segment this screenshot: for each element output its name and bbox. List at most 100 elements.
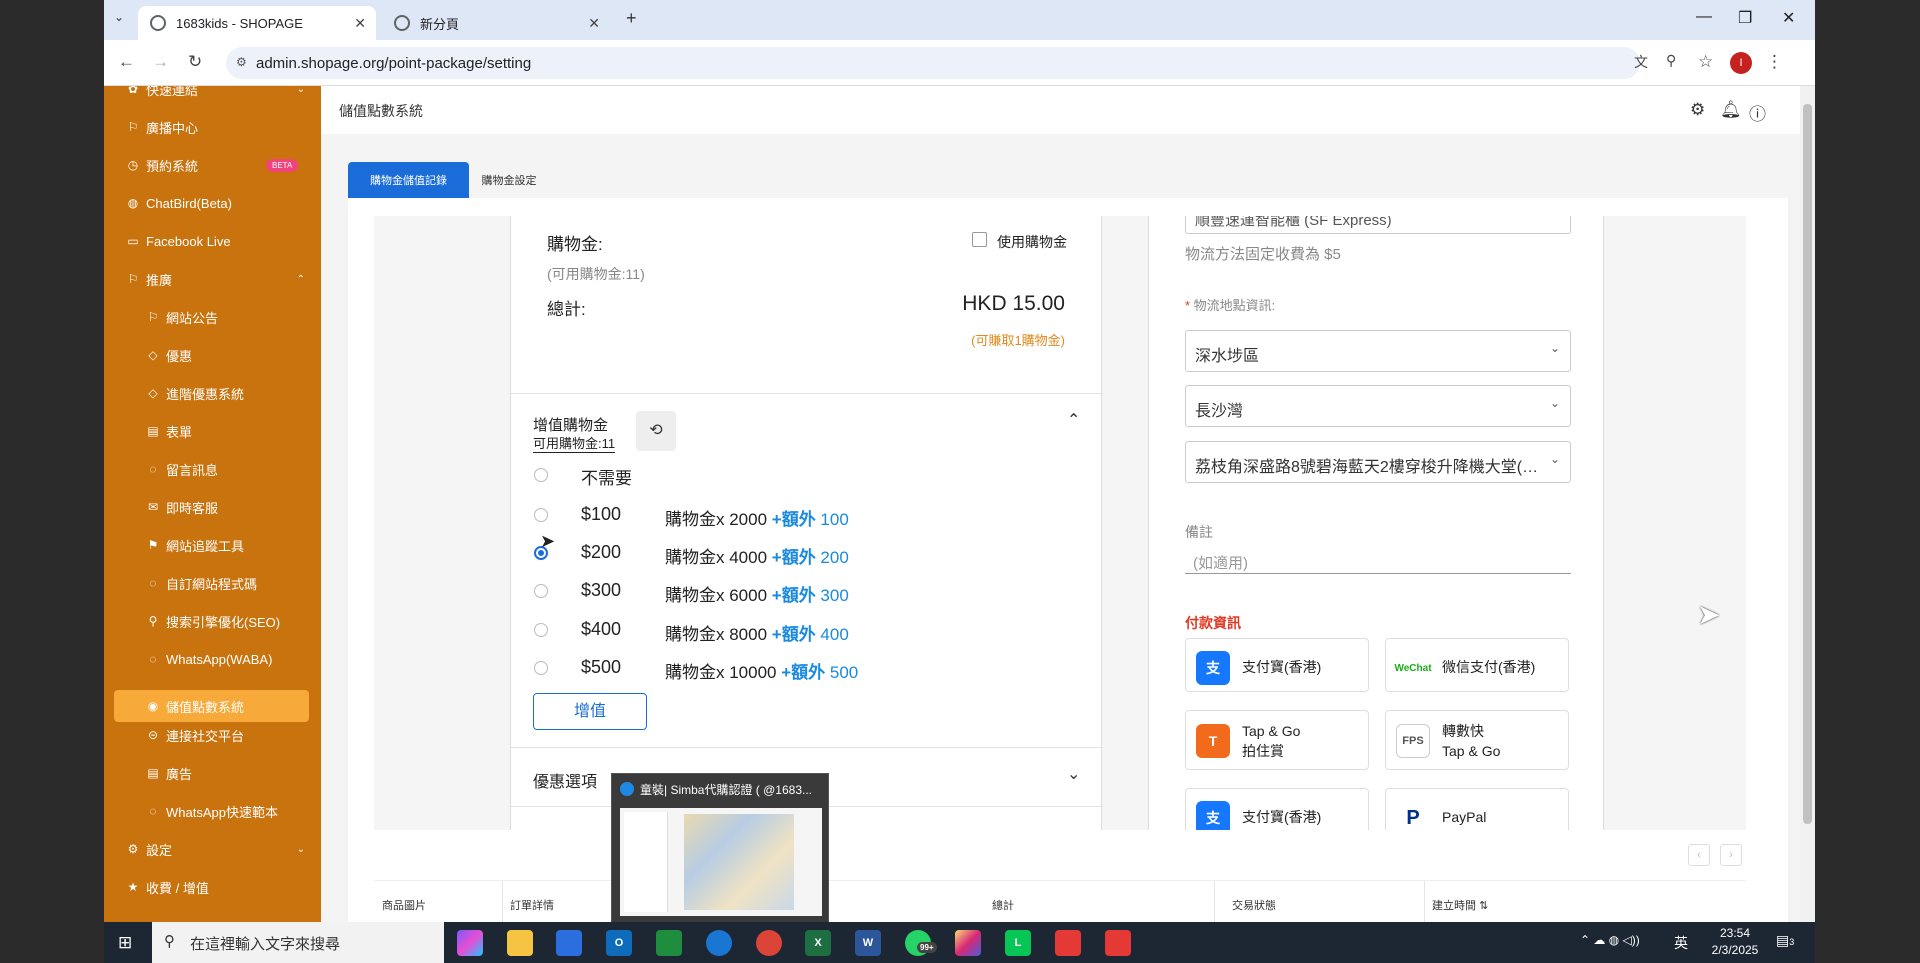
payment-alipay-hk[interactable]: 支支付寶(香港) — [1185, 638, 1369, 692]
pagination-next-button[interactable]: › — [1720, 844, 1742, 866]
word-icon[interactable]: W — [855, 930, 881, 956]
browser-tab-new[interactable]: 新分頁 ✕ — [382, 6, 610, 40]
bookmark-star-icon[interactable]: ☆ — [1698, 52, 1713, 72]
back-icon[interactable]: ← — [118, 52, 135, 72]
minimize-button[interactable]: — — [1696, 8, 1712, 26]
sidebar-item-tracking-tools[interactable]: ⚑ 網站追蹤工具 — [104, 529, 321, 561]
clock-date: 2/3/2025 — [1711, 943, 1759, 957]
remarks-input[interactable]: (如適用) — [1185, 544, 1571, 574]
gear-icon[interactable]: ⚙ — [1690, 100, 1705, 120]
district-select[interactable]: 深水埗區 ⌄ — [1185, 330, 1571, 372]
sidebar-item-ads[interactable]: ▤ 廣告 — [104, 757, 321, 789]
anydesk-icon[interactable] — [1055, 930, 1081, 956]
sidebar-item-custom-code[interactable]: ◌ 自訂網站程式碼 — [104, 567, 321, 599]
reload-icon[interactable]: ↻ — [188, 52, 202, 72]
payment-fps-tapngo[interactable]: FPS 轉數快 Tap & Go — [1385, 710, 1569, 770]
area-select[interactable]: 長沙灣 ⌄ — [1185, 385, 1571, 427]
refresh-icon[interactable]: ⟲ — [636, 411, 676, 451]
translate-icon[interactable]: 文 — [1634, 52, 1648, 72]
sidebar-item-discount[interactable]: ◇ 優惠 — [104, 339, 321, 371]
topup-radio-none[interactable] — [534, 468, 548, 482]
column-header-sortable[interactable]: 建立時間 ⇅ — [1432, 897, 1488, 913]
sidebar-item-quick-links[interactable]: ✿ 快速連結 ⌄ — [104, 86, 321, 105]
topup-radio[interactable] — [534, 508, 548, 522]
edge-icon[interactable] — [706, 930, 732, 956]
topup-radio[interactable] — [534, 661, 548, 675]
tab-points-records[interactable]: 購物金儲值記錄 — [348, 162, 469, 198]
total-label: 總計: — [547, 300, 586, 319]
close-icon[interactable]: ✕ — [354, 15, 366, 32]
sidebar-item-points-system[interactable]: ◉ 儲值點數系統 — [114, 690, 309, 722]
sidebar-item-announcement[interactable]: ⚐ 網站公告 — [104, 301, 321, 333]
excel-icon[interactable]: X — [805, 930, 831, 956]
shipping-method-select[interactable]: 順豐速運智能櫃 (SF Express) — [1185, 216, 1571, 234]
pagination-prev-button[interactable]: ‹ — [1688, 844, 1710, 866]
taskbar-thumbnail-preview[interactable]: 童裝| Simba代購認證 ( @1683... — [611, 773, 829, 923]
line-icon[interactable]: L — [1005, 930, 1031, 956]
restore-button[interactable]: ❐ — [1738, 8, 1752, 28]
column-divider — [1424, 881, 1425, 923]
google-sheets-icon[interactable] — [656, 930, 682, 956]
sidebar-item-whatsapp-waba[interactable]: ◌ WhatsApp(WABA) — [104, 643, 321, 675]
new-tab-button[interactable]: + — [626, 8, 637, 29]
chevron-up-icon[interactable]: ⌃ — [1067, 410, 1080, 430]
topup-button[interactable]: 增值 — [533, 693, 647, 730]
notification-center-icon[interactable]: ▤3 — [1776, 932, 1794, 949]
profile-avatar[interactable]: I — [1730, 52, 1752, 74]
whatsapp-icon[interactable]: 99+ — [905, 930, 937, 956]
forward-icon[interactable]: → — [152, 52, 169, 72]
sidebar-item-seo[interactable]: ⚲ 搜索引擎優化(SEO) — [104, 605, 321, 637]
more-menu-icon[interactable]: ⋮ — [1766, 52, 1783, 72]
window-close-button[interactable]: ✕ — [1782, 8, 1795, 28]
form-icon: ▤ — [147, 424, 159, 438]
browser-tab-shopage[interactable]: 1683kids - SHOPAGE ✕ — [138, 6, 376, 40]
address-bar[interactable]: ⚙ admin.shopage.org/point-package/settin… — [226, 47, 1640, 79]
copilot-icon[interactable] — [457, 930, 483, 956]
tab-list-icon[interactable]: ⌄ — [114, 10, 124, 24]
zoom-icon[interactable]: ⚲ — [1666, 52, 1676, 69]
site-info-icon[interactable]: ⚙ — [236, 55, 247, 69]
sidebar-item-social-connect[interactable]: ⊝ 連接社交平台 — [104, 719, 321, 751]
sidebar-item-advanced-discount[interactable]: ◇ 進階優惠系統 — [104, 377, 321, 409]
sidebar-item-live-support[interactable]: ✉ 即時客服 — [104, 491, 321, 523]
address-select[interactable]: 荔枝角深盛路8號碧海藍天2樓穿梭升降機大堂(… ⌄ — [1185, 441, 1571, 483]
use-points-checkbox[interactable] — [972, 232, 987, 247]
chevron-down-icon[interactable]: ⌄ — [1067, 764, 1080, 784]
file-explorer-icon[interactable] — [507, 930, 533, 956]
bell-icon[interactable]: 🔔︎ — [1720, 100, 1742, 120]
sidebar-item-billing[interactable]: ★ 收費 / 增值 — [104, 871, 321, 903]
info-icon[interactable]: ⓘ — [1749, 100, 1766, 125]
payment-tapngo[interactable]: T Tap & Go 拍住賞 — [1185, 710, 1369, 770]
instagram-icon[interactable] — [955, 930, 981, 956]
sidebar-item-chatbird[interactable]: ◍ ChatBird(Beta) — [104, 187, 321, 219]
payment-alipay-hk-2[interactable]: 支支付寶(香港) — [1185, 788, 1369, 830]
sidebar-item-broadcast[interactable]: ⚐ 廣播中心 — [104, 111, 321, 143]
url-text: admin.shopage.org/point-package/setting — [256, 55, 532, 72]
sidebar-item-booking[interactable]: ◷ 預約系統 BETA — [104, 149, 321, 181]
sidebar-item-settings[interactable]: ⚙ 設定 ⌄ — [104, 833, 321, 865]
payment-wechat-pay[interactable]: WeChat 微信支付(香港) — [1385, 638, 1569, 692]
close-icon[interactable]: ✕ — [588, 15, 600, 32]
ime-indicator[interactable]: 英 — [1674, 933, 1688, 953]
chrome-icon[interactable] — [756, 930, 782, 956]
sidebar-item-whatsapp-templates[interactable]: ◌ WhatsApp快速範本 — [104, 795, 321, 827]
page-scrollbar[interactable] — [1800, 86, 1815, 922]
windows-start-icon[interactable]: ⊞ — [118, 933, 132, 953]
divider — [511, 747, 1103, 748]
scrollbar-thumb[interactable] — [1803, 104, 1812, 824]
payment-paypal[interactable]: P PayPal — [1385, 788, 1569, 830]
taskbar-search-box[interactable]: ⚲ 在這裡輸入文字來搜尋 — [152, 922, 444, 963]
tab-points-settings[interactable]: 購物金設定 — [469, 162, 549, 198]
outlook-icon[interactable]: O — [606, 930, 632, 956]
sidebar-item-promotion[interactable]: ⚐ 推廣 ⌃ — [104, 263, 321, 295]
link-icon: ⊝ — [147, 728, 159, 742]
anydesk-icon[interactable] — [1105, 930, 1131, 956]
topup-radio[interactable] — [534, 623, 548, 637]
topup-radio[interactable] — [534, 584, 548, 598]
search-icon: ⚲ — [148, 614, 158, 628]
sidebar-item-messages[interactable]: ◌ 留言訊息 — [104, 453, 321, 485]
microsoft-store-icon[interactable] — [556, 930, 582, 956]
system-tray-icons[interactable]: ⌃ ☁ ◍ ◁)) — [1580, 933, 1640, 947]
sidebar-item-facebook-live[interactable]: ▭ Facebook Live — [104, 225, 321, 257]
sidebar-item-forms[interactable]: ▤ 表單 — [104, 415, 321, 447]
